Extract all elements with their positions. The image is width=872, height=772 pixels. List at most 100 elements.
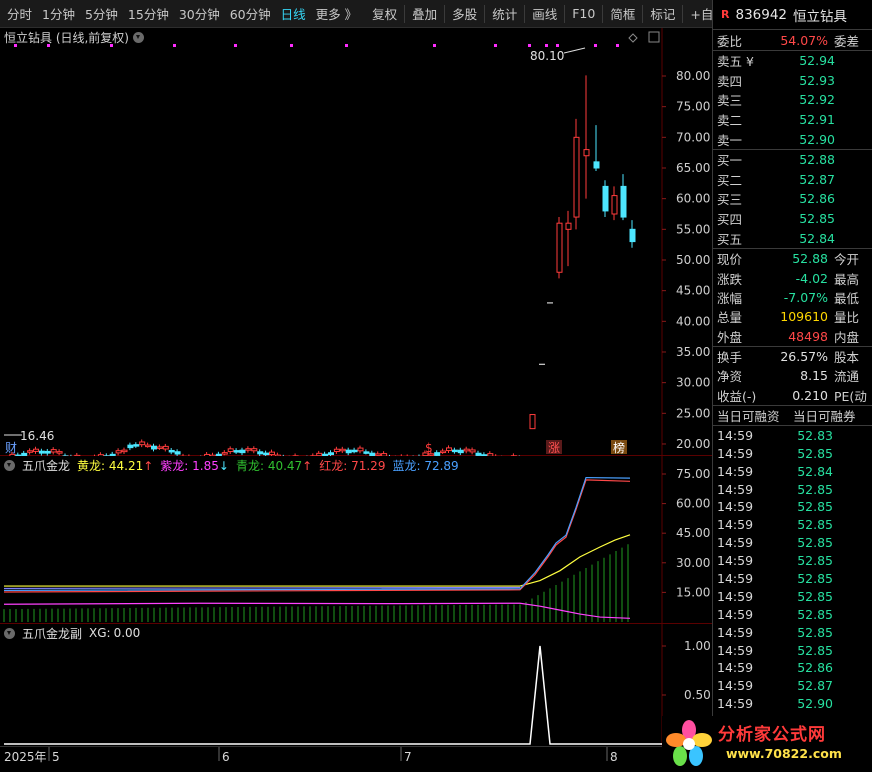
stat-value: 26.57% [780, 349, 828, 365]
quote-row: 总量 109610 量比 [713, 307, 872, 326]
stat-label-2: PE(动 [834, 388, 867, 404]
maximize-icon[interactable] [648, 31, 660, 43]
period-tab-1[interactable]: 1分钟 [37, 4, 80, 23]
legend-value: 71.29 [347, 458, 386, 473]
candle-body [233, 450, 240, 453]
indicator-chart-wuzhua[interactable]: 75.00 60.00 45.00 30.00 15.00 [0, 456, 712, 624]
xg-signal-line [4, 645, 662, 745]
candle-body [583, 149, 590, 157]
event-marker[interactable]: 涨 [548, 440, 560, 455]
tool-button-1[interactable]: 叠加 [408, 4, 441, 23]
stat-label: 涨跌 [717, 271, 743, 287]
candle-body [529, 414, 536, 430]
tick-row: 14:59 52.85 [713, 552, 872, 570]
indicator-pane-wuzhua-fu[interactable]: 1.00 0.50 五爪金龙副 XG: 0.00 [0, 624, 712, 746]
tick-time: 14:59 [717, 499, 754, 515]
event-marker[interactable]: 榜 [613, 440, 625, 455]
indicator-chart-xg[interactable]: 1.00 0.50 [0, 624, 712, 746]
indicator-axis-label: 1.00 [684, 639, 711, 653]
legend-value: 40.47 [264, 458, 303, 473]
period-tab-3[interactable]: 15分钟 [123, 4, 174, 23]
asks-label: 卖五 ¥ [717, 54, 754, 70]
tick-row: 14:59 52.90 [713, 695, 872, 713]
indicator-legend: 五爪金龙 黄龙: 44.21↑ 紫龙: 1.85↓ 青龙: 40.47↑ 红龙: 71… [4, 456, 459, 474]
price-axis-label: 20.00 [676, 437, 710, 451]
candle-body [151, 445, 157, 450]
tick-price: 52.85 [797, 624, 833, 640]
kline-chart[interactable]: 80.00 75.00 70.00 65.00 60.00 55.00 50.00 45.00… [0, 28, 712, 456]
tick-list[interactable]: 14:59 52.83 14:59 52.85 14:59 52.84 14:59 52.85… [713, 426, 872, 730]
candle-body [121, 449, 128, 453]
price-axis-label: 70.00 [676, 130, 710, 144]
price-axis-label: 45.00 [676, 284, 710, 298]
legend-value: 44.21 [105, 458, 144, 473]
tick-time: 14:59 [717, 481, 754, 497]
asks-label: 卖一 [717, 132, 743, 148]
diamond-icon[interactable] [628, 33, 638, 43]
quote-panel: R 836942 恒立钻具 委比 54.07% 委差 卖五 ¥ 52.94 卖四 52… [712, 0, 872, 772]
quote-stats-2: 换手 26.57% 股本 净资 8.15 流通 收益(-) 0.210 PE(动 [713, 347, 872, 405]
stat-label-2: 量比 [834, 310, 860, 326]
candle-body [139, 441, 146, 446]
legend-arrow: ↓ [218, 458, 229, 473]
chevron-down-icon[interactable] [4, 627, 15, 639]
flower-logo-icon [666, 720, 712, 766]
tool-button-6[interactable]: 简框 [606, 4, 639, 23]
tool-button-3[interactable]: 统计 [488, 4, 521, 23]
indicator-pane-wuzhua[interactable]: 75.00 60.00 45.00 30.00 15.00 五爪金龙 黄龙: 44.21… [0, 456, 712, 624]
period-tab-7[interactable]: 更多 》 [311, 4, 362, 23]
high-price-label: 80.10 [530, 49, 564, 63]
bids-label: 买二 [717, 172, 743, 188]
ask-book: 卖五 ¥ 52.94 卖四 52.93 卖三 52.92 卖二 52.91 卖一 52.90 [713, 51, 872, 149]
period-tab-5[interactable]: 60分钟 [225, 4, 276, 23]
tool-button-2[interactable]: 多股 [448, 4, 481, 23]
stat-value: 109610 [780, 309, 828, 325]
candle-body [269, 451, 275, 456]
weibi-label: 委比 [717, 33, 743, 49]
candle-body [602, 185, 609, 212]
weibi-row: 委比 54.07% 委差 [713, 30, 872, 50]
tool-button-4[interactable]: 画线 [528, 4, 561, 23]
period-tab-4[interactable]: 30分钟 [174, 4, 225, 23]
candle-body [33, 448, 39, 452]
bids-label: 买四 [717, 212, 743, 228]
asks-label: 卖三 [717, 93, 743, 109]
stat-label: 收益(-) [717, 388, 757, 404]
tick-price: 52.90 [797, 696, 833, 712]
toolbar-divider [564, 4, 566, 23]
date-label: 8 [610, 750, 618, 764]
event-marker[interactable]: $ [425, 441, 433, 455]
candle-body [339, 448, 346, 452]
candle-body [451, 449, 458, 453]
period-tab-0[interactable]: 分时 [2, 4, 37, 23]
legend-item-1: 紫龙: 1.85↓ [160, 457, 229, 474]
candle-body [50, 449, 57, 453]
candle-body [221, 452, 228, 455]
watermark-logo: 分析家公式网 www.70822.com [662, 716, 872, 772]
tick-time: 14:59 [717, 427, 754, 443]
tool-button-7[interactable]: 标记 [646, 4, 679, 23]
candle-body [565, 222, 572, 230]
tick-price: 52.85 [797, 642, 833, 658]
period-tab-6[interactable]: 日线 [276, 4, 311, 23]
tool-button-5[interactable]: F10 [568, 6, 599, 21]
legend-label: 红龙: [319, 458, 348, 473]
asks-price: 52.92 [799, 92, 835, 108]
event-marker[interactable]: 财 [5, 441, 17, 455]
legend-item-3: 红龙: 71.29 [319, 457, 385, 474]
tick-time: 14:59 [717, 696, 754, 712]
price-axis-label: 65.00 [676, 161, 710, 175]
tool-button-0[interactable]: 复权 [368, 4, 401, 23]
chevron-down-icon[interactable] [4, 459, 15, 471]
bid-book: 买一 52.88 买二 52.87 买三 52.86 买四 52.85 买五 52.84 [713, 150, 872, 248]
tick-row: 14:59 52.85 [713, 641, 872, 659]
candle-body [245, 448, 252, 451]
bids-row: 买一 52.88 [713, 150, 872, 170]
candle-body [115, 450, 122, 454]
date-axis-labels: 2025年 5 6 7 8 [4, 747, 618, 764]
tick-time: 14:59 [717, 678, 754, 694]
asks-row: 卖五 ¥ 52.94 [713, 51, 872, 71]
period-tab-2[interactable]: 5分钟 [80, 4, 123, 23]
asks-row: 卖二 52.91 [713, 110, 872, 130]
kline-chart-pane[interactable]: 恒立钻具 (日线,前复权) 80.00 75.00 70.00 65.00 60.00 5… [0, 28, 712, 456]
